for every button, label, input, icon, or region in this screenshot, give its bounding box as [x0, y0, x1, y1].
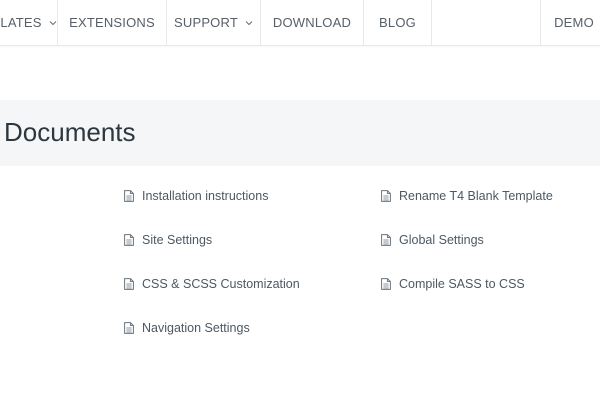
- page-title: Documents: [4, 117, 136, 147]
- document-icon: [124, 278, 134, 290]
- doc-link-compile-sass-to-css[interactable]: Compile SASS to CSS: [381, 275, 525, 293]
- doc-link-label: Navigation Settings: [142, 321, 250, 335]
- nav-divider: [431, 0, 432, 45]
- doc-link-label: CSS & SCSS Customization: [142, 277, 300, 291]
- nav-item-label: SUPPORT: [173, 15, 238, 30]
- nav-item-extensions[interactable]: EXTENSIONS: [58, 0, 166, 45]
- doc-link-label: Site Settings: [142, 233, 213, 247]
- nav-item-label: BLOG: [379, 15, 416, 30]
- nav-item-demo[interactable]: DEMO: [541, 0, 600, 45]
- document-icon: [381, 190, 391, 202]
- doc-link-installation-instructions[interactable]: Installation instructions: [124, 187, 268, 205]
- chevron-down-icon: [49, 20, 56, 25]
- doc-link-global-settings[interactable]: Global Settings: [381, 231, 484, 249]
- doc-link-label: Rename T4 Blank Template: [399, 189, 553, 203]
- doc-link-navigation-settings[interactable]: Navigation Settings: [124, 319, 250, 337]
- nav-item-label: DEMO: [554, 15, 594, 30]
- doc-link-label: Compile SASS to CSS: [399, 277, 525, 291]
- document-icon: [381, 234, 391, 246]
- doc-link-css-scss-customization[interactable]: CSS & SCSS Customization: [124, 275, 300, 293]
- nav-item-support[interactable]: SUPPORT: [167, 0, 260, 45]
- nav-item-label: LATES: [0, 15, 42, 30]
- top-navigation: LATES EXTENSIONS SUPPORT DOWNLOAD BLOG D…: [0, 0, 600, 46]
- doc-link-site-settings[interactable]: Site Settings: [124, 231, 212, 249]
- doc-link-label: Global Settings: [399, 233, 484, 247]
- document-icon: [124, 190, 134, 202]
- doc-link-label: Installation instructions: [142, 189, 269, 203]
- nav-item-templates[interactable]: LATES: [0, 0, 57, 45]
- chevron-down-icon: [245, 20, 253, 25]
- document-icon: [381, 278, 391, 290]
- page-header: Documents: [0, 100, 600, 166]
- nav-item-label: EXTENSIONS: [69, 15, 155, 30]
- nav-item-label: DOWNLOAD: [272, 15, 352, 30]
- doc-link-rename-t4-blank-template[interactable]: Rename T4 Blank Template: [381, 187, 553, 205]
- document-icon: [124, 234, 134, 246]
- nav-item-blog[interactable]: BLOG: [364, 0, 431, 45]
- document-icon: [124, 322, 134, 334]
- nav-item-download[interactable]: DOWNLOAD: [261, 0, 363, 45]
